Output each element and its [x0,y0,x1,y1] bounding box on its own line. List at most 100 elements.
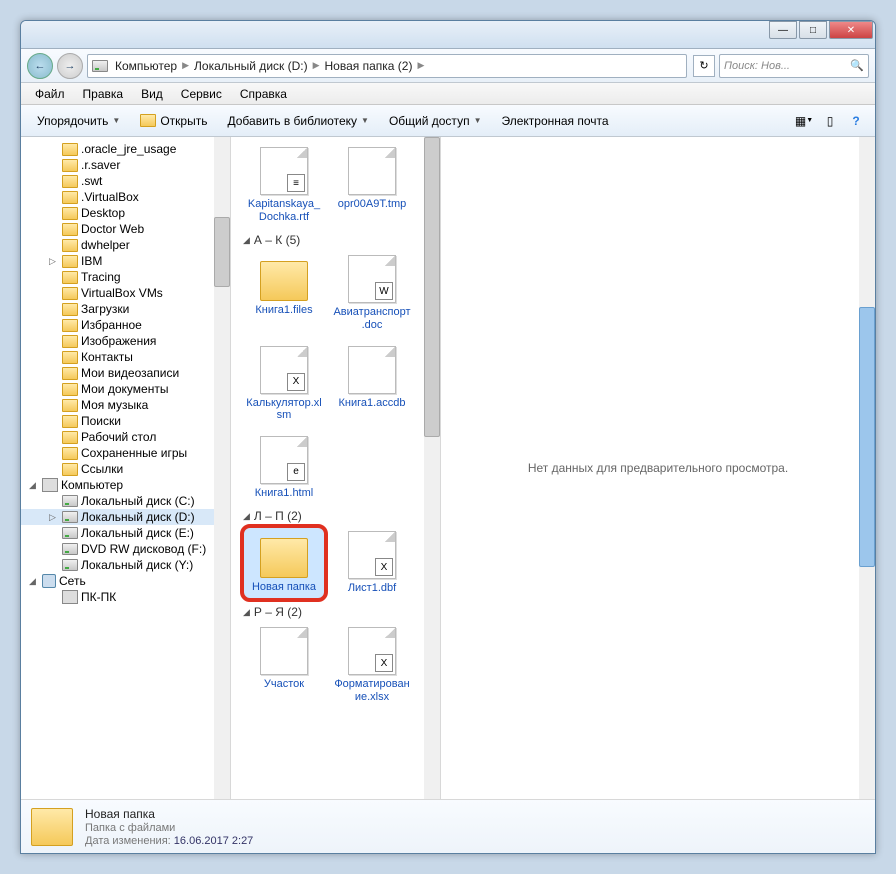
tree-item[interactable]: Tracing [21,269,230,285]
file-item[interactable]: XКалькулятор.xlsm [243,342,325,426]
tree-item[interactable]: .r.saver [21,157,230,173]
file-item[interactable]: XЛист1.dbf [331,527,413,599]
tree-item[interactable]: ◢ Сеть [21,573,230,589]
collapse-icon: ◢ [243,511,250,522]
tree-item-label: Моя музыка [81,398,148,412]
tree-item[interactable]: DVD RW дисковод (F:) [21,541,230,557]
tree-item-label: Tracing [81,270,121,284]
file-item[interactable]: WАвиатранспорт.doc [331,251,413,335]
email-button[interactable]: Электронная почта [493,110,616,132]
file-item[interactable]: XФорматирование.xlsx [331,623,413,707]
tree-item[interactable]: Локальный диск (E:) [21,525,230,541]
tree-item[interactable]: Desktop [21,205,230,221]
tree-item[interactable]: .oracle_jre_usage [21,141,230,157]
tree-item[interactable]: Doctor Web [21,221,230,237]
search-input[interactable]: Поиск: Нов... 🔍 [719,54,869,78]
breadcrumb[interactable]: Компьютер ▶ Локальный диск (D:) ▶ Новая … [87,54,687,78]
tree-item-label: Рабочий стол [81,430,156,444]
tree-item[interactable]: Поиски [21,413,230,429]
add-library-button[interactable]: Добавить в библиотеку▼ [219,110,376,132]
share-button[interactable]: Общий доступ▼ [381,110,490,132]
tree-item[interactable]: Мои документы [21,381,230,397]
group-header[interactable]: ◢А – К (5) [243,227,434,251]
tree-item[interactable]: Рабочий стол [21,429,230,445]
tree-item[interactable]: Мои видеозаписи [21,365,230,381]
open-button[interactable]: Открыть [132,110,215,132]
tree-item[interactable]: ▷IBM [21,253,230,269]
group-header[interactable]: ◢Л – П (2) [243,503,434,527]
tree-item[interactable]: dwhelper [21,237,230,253]
preview-empty-text: Нет данных для предварительного просмотр… [528,461,788,475]
doc-icon: X [348,627,396,675]
tree-item[interactable]: Избранное [21,317,230,333]
file-item[interactable]: Книга1.accdb [331,342,413,426]
details-pane: Новая папка Папка с файлами Дата изменен… [21,799,875,853]
menu-file[interactable]: Файл [27,85,73,103]
crumb-folder[interactable]: Новая папка (2) [322,59,416,73]
maximize-button[interactable]: □ [799,21,827,39]
scrollbar-thumb[interactable] [424,137,440,437]
view-options-button[interactable]: ▦▼ [793,110,815,132]
tree-item[interactable]: ▷ Локальный диск (D:) [21,509,230,525]
minimize-button[interactable]: — [769,21,797,39]
file-item[interactable]: opr00A9T.tmp [331,143,413,227]
crumb-computer[interactable]: Компьютер [112,59,180,73]
group-title: Р – Я (2) [254,605,302,619]
crumb-drive[interactable]: Локальный диск (D:) [191,59,311,73]
refresh-button[interactable]: ↻ [693,55,715,77]
scrollbar-thumb[interactable] [214,217,230,287]
tree-item[interactable]: VirtualBox VMs [21,285,230,301]
file-grid: Новая папкаXЛист1.dbf [243,527,434,599]
file-list-pane[interactable]: ≡Kapitanskaya_Dochka.rtfopr00A9T.tmp◢А –… [231,137,441,799]
folder-icon [62,287,78,300]
file-item[interactable]: Участок [243,623,325,707]
help-button[interactable]: ? [845,110,867,132]
folder-icon [62,207,78,220]
file-item[interactable]: eКнига1.html [243,432,325,504]
folder-icon [62,223,78,236]
tree-item-label: Контакты [81,350,133,364]
scrollbar-thumb[interactable] [859,307,875,567]
tree-item[interactable]: .swt [21,173,230,189]
expander-icon[interactable]: ◢ [29,480,39,491]
tree-item[interactable]: Контакты [21,349,230,365]
details-modified: Дата изменения: 16.06.2017 2:27 [85,835,253,847]
tree-item-label: Компьютер [61,478,123,492]
preview-pane-button[interactable]: ▯ [819,110,841,132]
tree-item[interactable]: ◢ Компьютер [21,477,230,493]
tree-item-label: Сеть [59,574,86,588]
close-button[interactable]: ✕ [829,21,873,39]
back-button[interactable]: ← [27,53,53,79]
tree-item[interactable]: Ссылки [21,461,230,477]
details-type: Папка с файлами [85,822,253,834]
collapse-icon: ◢ [243,235,250,246]
file-item[interactable]: Книга1.files [243,251,325,335]
tree-item-label: Локальный диск (D:) [81,510,195,524]
menu-view[interactable]: Вид [133,85,171,103]
tree-item[interactable]: Загрузки [21,301,230,317]
tree-item[interactable]: Моя музыка [21,397,230,413]
organize-button[interactable]: Упорядочить▼ [29,110,128,132]
tree-item[interactable]: Изображения [21,333,230,349]
group-header[interactable]: ◢Р – Я (2) [243,599,434,623]
filetype-badge: X [375,654,393,672]
expander-icon[interactable]: ◢ [29,576,39,587]
expander-icon[interactable]: ▷ [49,256,59,267]
folder-icon [260,261,308,301]
tree-item[interactable]: ПК-ПК [21,589,230,605]
file-grid: ≡Kapitanskaya_Dochka.rtfopr00A9T.tmp [243,143,434,227]
tree-item[interactable]: Сохраненные игры [21,445,230,461]
tree-item[interactable]: Локальный диск (C:) [21,493,230,509]
menu-help[interactable]: Справка [232,85,295,103]
forward-button[interactable]: → [57,53,83,79]
tree-item-label: Мои видеозаписи [81,366,179,380]
file-label: Книга1.files [255,304,312,317]
file-item[interactable]: ≡Kapitanskaya_Dochka.rtf [243,143,325,227]
menu-tools[interactable]: Сервис [173,85,230,103]
tree-item[interactable]: Локальный диск (Y:) [21,557,230,573]
tree-item[interactable]: .VirtualBox [21,189,230,205]
menu-edit[interactable]: Правка [75,85,132,103]
navigation-tree[interactable]: .oracle_jre_usage.r.saver.swt.VirtualBox… [21,137,231,799]
expander-icon[interactable]: ▷ [49,512,59,523]
file-item[interactable]: Новая папка [243,527,325,599]
